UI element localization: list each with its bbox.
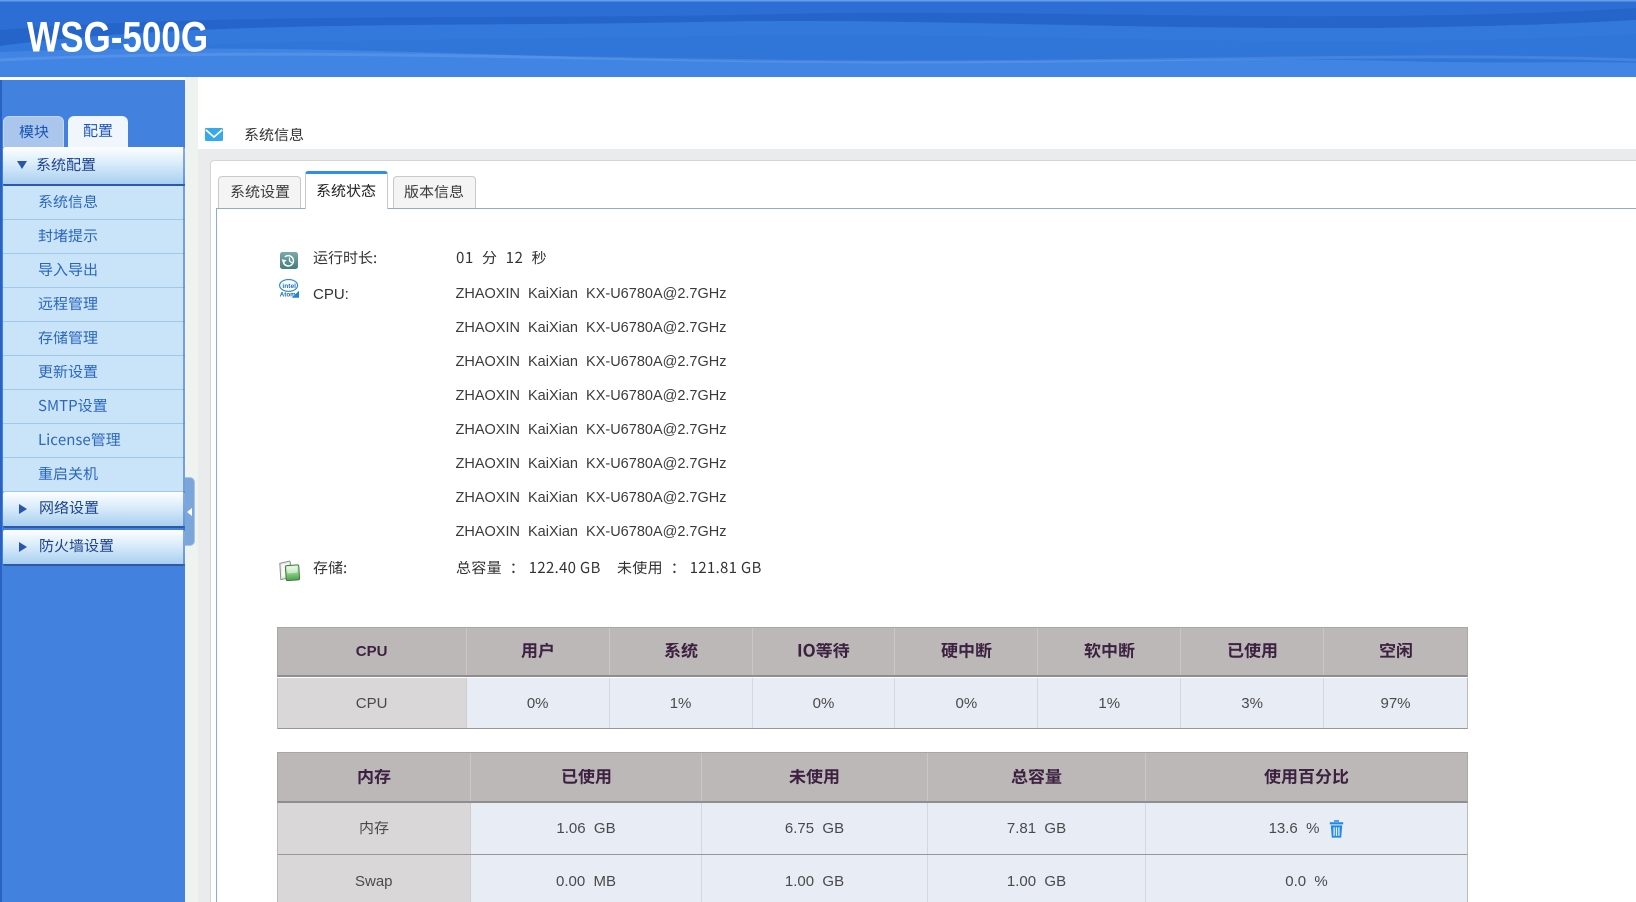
svg-text:intel: intel <box>282 283 296 290</box>
